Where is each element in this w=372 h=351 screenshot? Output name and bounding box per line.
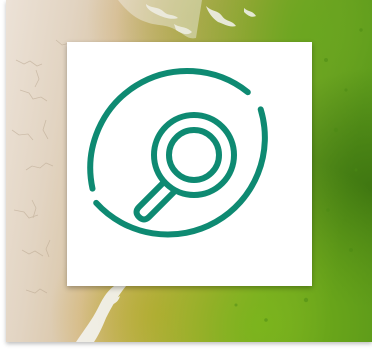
icon-card [67, 42, 312, 286]
thumbnail-frame [0, 0, 372, 351]
search-circle-icon [87, 68, 268, 238]
